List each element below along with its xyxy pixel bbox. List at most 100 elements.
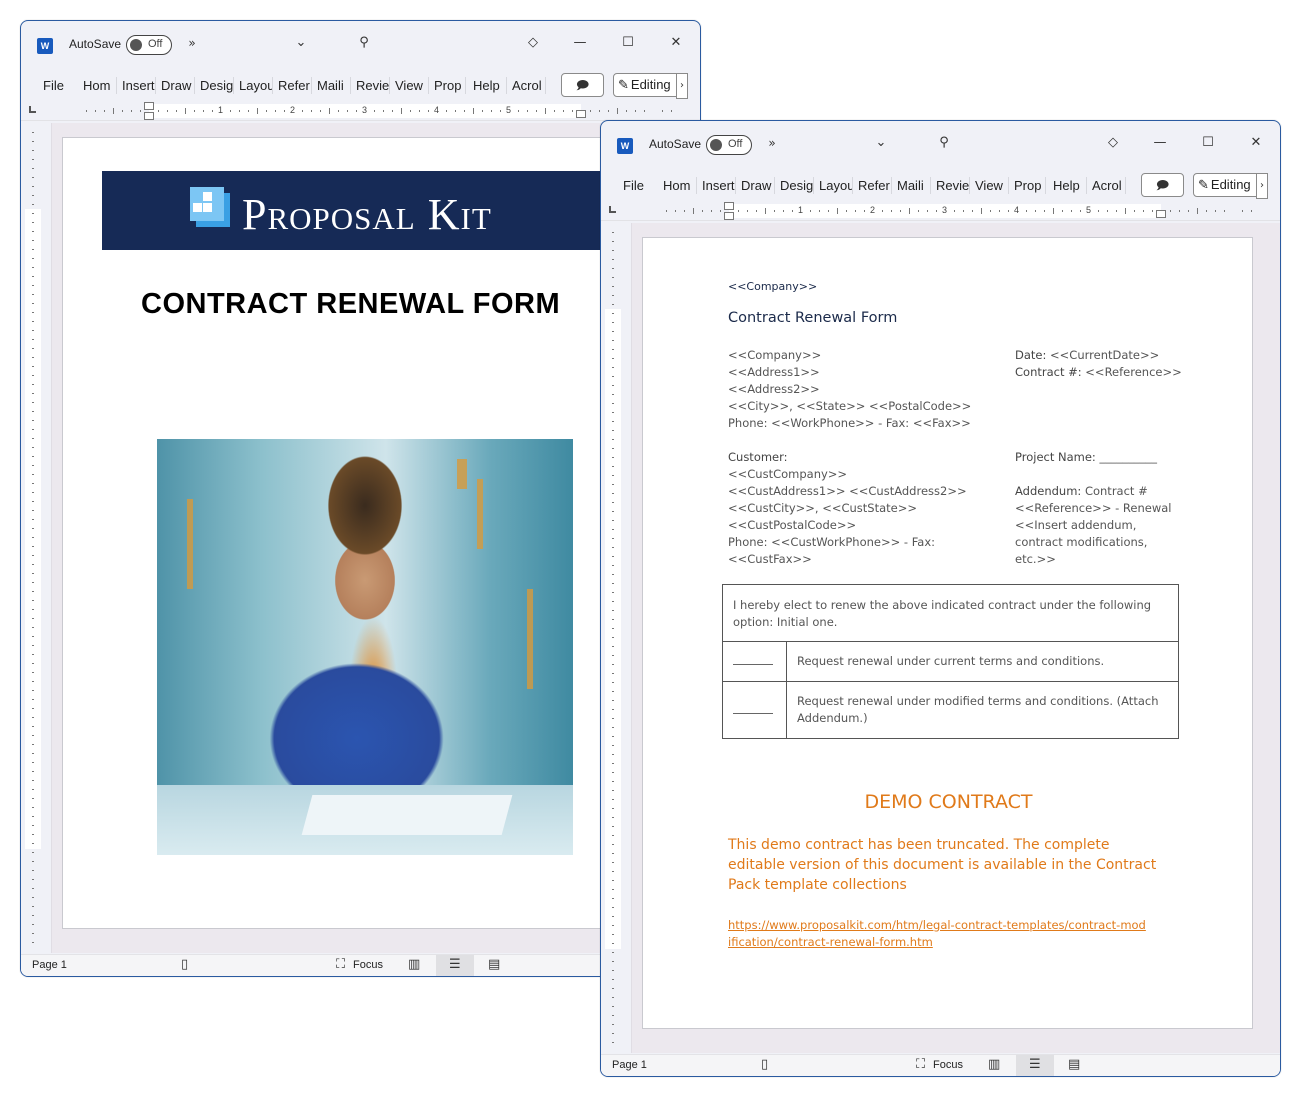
demo-link[interactable]: https://www.proposalkit.com/htm/legal-co… [728,917,1148,951]
maximize-icon[interactable]: ☐ [618,35,638,50]
search-icon[interactable]: ⚲ [354,35,374,50]
left-indent-marker[interactable] [724,202,734,210]
cover-title: CONTRACT RENEWAL FORM [141,288,561,320]
autosave-toggle[interactable]: Off [126,35,172,55]
ruler-tick [32,527,34,529]
tab-properties[interactable]: Prop [1014,177,1046,194]
proofing-icon[interactable]: ▯ [761,1057,768,1072]
tab-stop-selector[interactable] [29,106,36,113]
tab-design[interactable]: Desig [780,177,814,194]
vertical-ruler[interactable] [605,223,621,1053]
web-layout-icon[interactable]: ▤ [1068,1057,1080,1072]
close-icon[interactable]: ✕ [1246,135,1266,150]
maximize-icon[interactable]: ☐ [1198,135,1218,150]
comments-button[interactable]: 🗩 [561,73,604,97]
tab-home[interactable]: Hom [83,77,117,94]
focus-icon[interactable]: ⛶ [916,1057,925,1072]
tab-review[interactable]: Revie [356,77,390,94]
tab-insert[interactable]: Insert [702,177,736,194]
more-commands-icon[interactable]: » [762,136,782,150]
initial-blank[interactable] [722,641,787,682]
read-mode-icon[interactable]: ▥ [988,1057,1000,1072]
ruler-tick [32,869,34,871]
minimize-icon[interactable]: — [1150,135,1170,150]
ruler-tick [356,110,357,112]
option-text: Request renewal under modified terms and… [786,681,1179,739]
tab-view[interactable]: View [395,77,429,94]
customer-line: <<CustPostalCode>> [728,518,857,532]
table-row: Request renewal under current terms and … [722,641,1179,682]
tab-view[interactable]: View [975,177,1009,194]
tab-layout[interactable]: Layou [819,177,853,194]
ribbon-expand-button[interactable]: › [676,73,688,99]
autosave-toggle[interactable]: Off [706,135,752,155]
ruler-tick [185,108,186,114]
minimize-icon[interactable]: — [570,35,590,50]
ruler-tick [612,591,614,593]
hanging-indent-marker[interactable] [724,212,734,220]
page-number[interactable]: Page 1 [32,959,67,971]
read-mode-icon[interactable]: ▥ [408,957,420,972]
print-layout-icon[interactable]: ☰ [449,957,461,972]
close-icon[interactable]: ✕ [666,35,686,50]
tab-acrobat[interactable]: Acrol [512,77,546,94]
print-layout-icon[interactable]: ☰ [1029,1057,1041,1072]
ruler-tick [32,419,34,421]
tab-draw[interactable]: Draw [161,77,195,94]
ruler-tick [612,303,614,305]
chevron-down-icon[interactable]: ⌄ [291,35,311,50]
tab-acrobat[interactable]: Acrol [1092,177,1126,194]
page-number[interactable]: Page 1 [612,1059,647,1071]
tab-help[interactable]: Help [473,77,507,94]
ruler-tick [612,663,614,665]
ruler-tick [32,131,34,133]
ruler-tick [612,1041,614,1043]
vertical-ruler[interactable] [25,123,41,953]
right-indent-marker[interactable] [1156,210,1166,218]
hanging-indent-marker[interactable] [144,112,154,120]
search-icon[interactable]: ⚲ [934,135,954,150]
tab-properties[interactable]: Prop [434,77,466,94]
tab-layout[interactable]: Layou [239,77,273,94]
tab-home[interactable]: Hom [663,177,697,194]
ruler-tick [419,110,420,112]
premium-diamond-icon[interactable]: ◇ [1103,135,1123,150]
left-indent-marker[interactable] [144,102,154,110]
chevron-down-icon[interactable]: ⌄ [871,135,891,150]
proofing-icon[interactable]: ▯ [181,957,188,972]
ruler-tick [612,834,614,836]
customer-line: <<CustFax>> [728,552,812,566]
tab-file[interactable]: File [43,77,64,94]
tab-insert[interactable]: Insert [122,77,156,94]
document-page[interactable]: <<Company>> Contract Renewal Form <<Comp… [642,237,1253,1029]
right-indent-marker[interactable] [576,110,586,118]
ruler-tick [32,797,34,799]
tab-help[interactable]: Help [1053,177,1087,194]
ruler-tick [32,635,34,637]
tab-stop-selector[interactable] [609,206,616,213]
tab-mailings[interactable]: Maili [317,77,351,94]
focus-icon[interactable]: ⛶ [336,957,345,972]
web-layout-icon[interactable]: ▤ [488,957,500,972]
tab-references[interactable]: Refer [858,177,892,194]
focus-button-label[interactable]: Focus [933,1059,963,1071]
premium-diamond-icon[interactable]: ◇ [523,35,543,50]
ruler-tick [612,978,614,980]
tab-design[interactable]: Desig [200,77,234,94]
document-page[interactable]: Proposal Kit CONTRACT RENEWAL FORM [62,137,674,929]
comments-button[interactable]: 🗩 [1141,173,1184,197]
horizontal-ruler[interactable]: 1 2 3 4 5 [61,102,681,120]
tab-references[interactable]: Refer [278,77,312,94]
focus-button-label[interactable]: Focus [353,959,383,971]
ruler-tick [1116,210,1117,212]
horizontal-ruler[interactable]: 1 2 3 4 5 [641,202,1261,220]
tab-review[interactable]: Revie [936,177,970,194]
status-bar: Page 1 ▯ ⛶ Focus ▥ ☰ ▤ [21,954,700,976]
tab-file[interactable]: File [623,177,644,194]
tab-draw[interactable]: Draw [741,177,775,194]
ribbon-expand-button[interactable]: › [1256,173,1268,199]
more-commands-icon[interactable]: » [182,36,202,50]
ruler-tick [32,176,34,178]
initial-blank[interactable] [722,681,787,739]
tab-mailings[interactable]: Maili [897,177,931,194]
